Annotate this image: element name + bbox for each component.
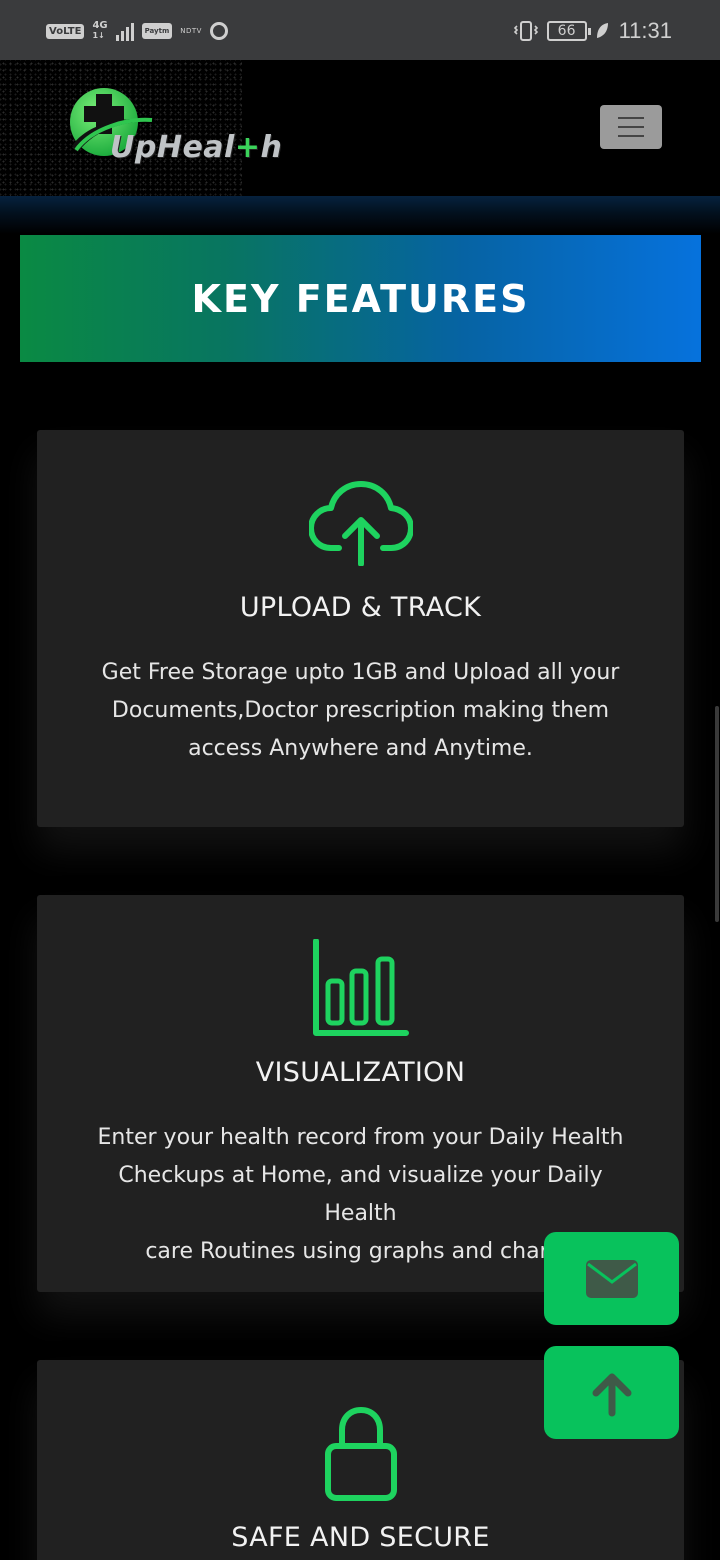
logo-text-main: UpHeal (110, 130, 235, 165)
menu-bar (618, 126, 644, 128)
battery-level: 66 (557, 23, 576, 39)
logo-text: UpHeal+h (110, 130, 282, 165)
vibrate-icon (513, 21, 538, 41)
navbar-glow (0, 196, 720, 234)
hamburger-menu-button[interactable] (600, 105, 662, 149)
feature-card-upload: UPLOAD & TRACK Get Free Storage upto 1GB… (37, 430, 684, 827)
feature-description-line: Documents,Doctor prescription making the… (111, 698, 610, 723)
feature-title: VISUALIZATION (255, 1057, 466, 1088)
contact-email-button[interactable] (544, 1232, 679, 1325)
signal-icon (115, 21, 134, 41)
leaf-icon (596, 23, 608, 38)
menu-bar (618, 135, 644, 137)
scrollbar[interactable] (715, 706, 719, 922)
battery-icon: 66 (546, 21, 591, 41)
ndtv-notification-icon: NDTV (180, 27, 202, 35)
navbar: UpHeal+h (0, 60, 720, 196)
feature-description-line: Enter your health record from your Daily… (97, 1125, 624, 1150)
feature-description: Get Free Storage upto 1GB and Upload all… (81, 654, 640, 768)
volte-indicator: VoLTE (46, 23, 85, 39)
network-sub-label: 1↓ (92, 31, 105, 40)
menu-bar (618, 117, 644, 119)
feature-description-line: Get Free Storage upto 1GB and Upload all… (101, 660, 620, 685)
feature-title: UPLOAD & TRACK (239, 592, 482, 623)
section-title: KEY FEATURES (191, 276, 530, 321)
network-type: 4G 1↓ (92, 21, 107, 41)
google-notification-icon (209, 22, 228, 40)
logo-text-end: h (260, 130, 283, 165)
logo-text-plus: + (234, 130, 261, 165)
feature-title: SAFE AND SECURE (231, 1522, 490, 1553)
envelope-icon (585, 1259, 638, 1298)
arrow-up-icon (592, 1373, 631, 1416)
status-right: 66 11:31 (513, 16, 672, 46)
clock: 11:31 (618, 18, 672, 43)
scroll-to-top-button[interactable] (544, 1346, 679, 1439)
network-type-label: 4G (92, 20, 108, 31)
status-bar: VoLTE 4G 1↓ Paytm NDTV 66 11:31 (0, 0, 720, 60)
key-features-banner: KEY FEATURES (20, 235, 701, 362)
paytm-notification-icon: Paytm (141, 23, 173, 39)
cloud-upload-icon (308, 481, 413, 566)
feature-description-line: access Anywhere and Anytime. (188, 736, 533, 761)
uphealth-logo[interactable]: UpHeal+h (66, 84, 306, 174)
bar-chart-icon (312, 939, 409, 1036)
lock-icon (324, 1406, 397, 1501)
feature-description-line: Checkups at Home, and visualize your Dai… (118, 1163, 603, 1226)
status-left: VoLTE 4G 1↓ Paytm NDTV (46, 18, 228, 44)
